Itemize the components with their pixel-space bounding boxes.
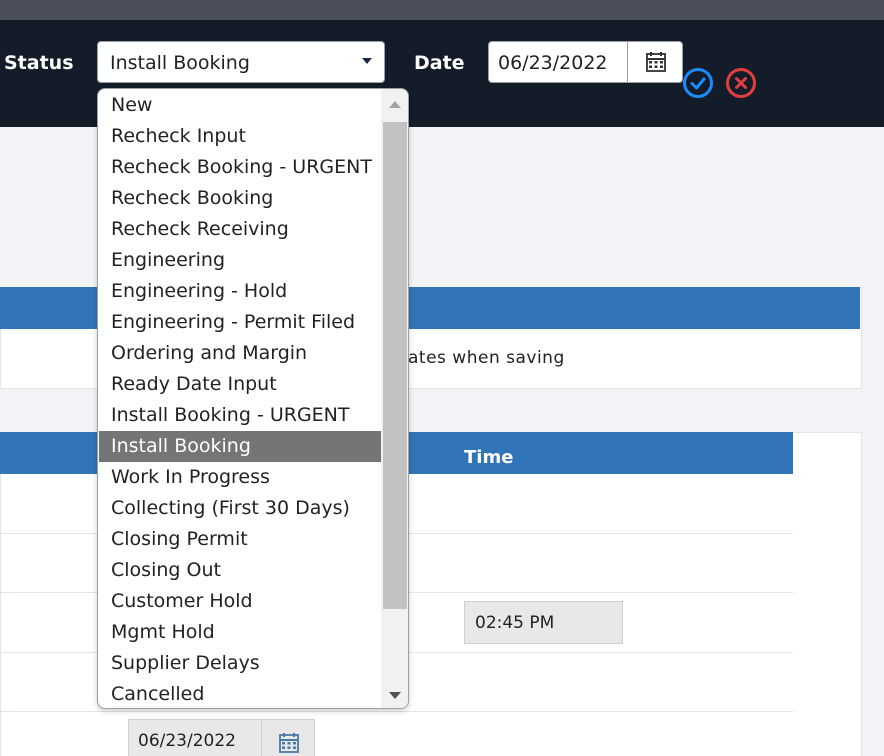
browser-top-strip (0, 0, 884, 20)
scrollbar-thumb[interactable] (383, 122, 407, 609)
dropdown-option[interactable]: Recheck Input (99, 121, 381, 152)
dropdown-option[interactable]: Collecting (First 30 Days) (99, 493, 381, 524)
date-label: Date (414, 52, 465, 74)
dropdown-option[interactable]: Ordering and Margin (99, 338, 381, 369)
table-row-divider (0, 711, 793, 712)
dropdown-option[interactable]: Mgmt Hold (99, 617, 381, 648)
status-select[interactable]: Install Booking (97, 41, 385, 83)
calendar-icon (279, 733, 299, 753)
dropdown-option[interactable]: Engineering - Permit Filed (99, 307, 381, 338)
date-input-value: 06/23/2022 (498, 52, 608, 74)
row-calendar-button[interactable] (261, 720, 316, 756)
dropdown-option[interactable]: Engineering - Hold (99, 276, 381, 307)
calendar-icon (646, 52, 666, 72)
dropdown-option[interactable]: Recheck Booking (99, 183, 381, 214)
dropdown-option[interactable]: Cancelled (99, 679, 381, 708)
dropdown-option[interactable]: Recheck Booking - URGENT (99, 152, 381, 183)
dropdown-option[interactable]: Supplier Delays (99, 648, 381, 679)
confirm-check-icon[interactable] (683, 68, 713, 98)
status-select-value: Install Booking (110, 52, 250, 74)
time-input[interactable]: 02:45 PM (464, 601, 623, 644)
dropdown-option[interactable]: Closing Permit (99, 524, 381, 555)
calendar-button[interactable] (627, 42, 682, 82)
row-date-value: 06/23/2022 (138, 731, 236, 751)
dropdown-option[interactable]: Engineering (99, 245, 381, 276)
chevron-down-icon (362, 58, 372, 64)
dropdown-option[interactable]: Install Booking - URGENT (99, 400, 381, 431)
dropdown-option[interactable]: Work In Progress (99, 462, 381, 493)
dropdown-option[interactable]: Closing Out (99, 555, 381, 586)
dropdown-option-selected[interactable]: Install Booking (99, 431, 381, 462)
dropdown-option[interactable]: Ready Date Input (99, 369, 381, 400)
status-dropdown-list[interactable]: New Recheck Input Recheck Booking - URGE… (97, 88, 409, 709)
scroll-up-arrow-icon[interactable] (389, 101, 401, 108)
dropdown-option[interactable]: Customer Hold (99, 586, 381, 617)
dropdown-scrollbar[interactable] (381, 89, 408, 708)
dropdown-option[interactable]: Recheck Receiving (99, 214, 381, 245)
row-date-input[interactable]: 06/23/2022 (128, 719, 315, 756)
dropdown-option[interactable]: New (99, 90, 381, 121)
cancel-close-icon[interactable] (726, 68, 756, 98)
status-label: Status (4, 52, 74, 74)
save-note-text: ates when saving (408, 348, 565, 368)
date-input[interactable]: 06/23/2022 (488, 41, 683, 83)
time-column-header: Time (464, 447, 514, 468)
scroll-down-arrow-icon[interactable] (389, 692, 401, 699)
